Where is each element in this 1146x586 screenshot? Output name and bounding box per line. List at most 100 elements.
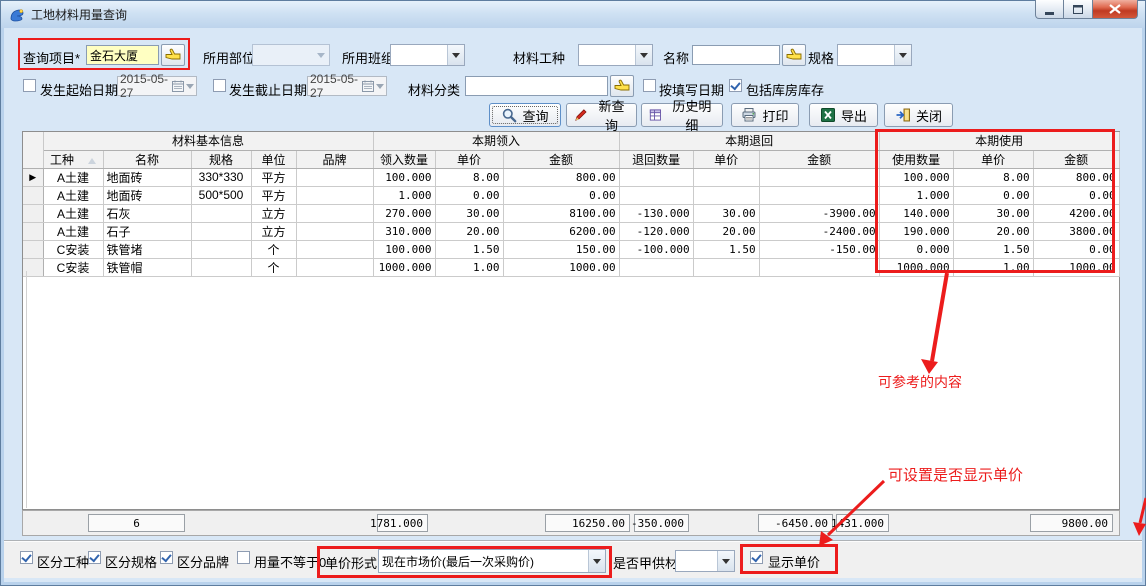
history-detail-button[interactable]: 历史明细 (641, 103, 723, 127)
column-header[interactable]: 规格 (191, 150, 251, 168)
column-header-trade[interactable]: 工种 (43, 150, 103, 168)
grid-cell[interactable]: 地面砖 (103, 186, 191, 204)
print-button[interactable]: 打印 (731, 103, 799, 127)
grid-cell[interactable]: -2400.00 (759, 222, 879, 240)
grid-cell[interactable] (296, 168, 373, 186)
grid-cell[interactable]: 铁管堵 (103, 240, 191, 258)
grid-cell[interactable]: 个 (251, 258, 296, 276)
maximize-button[interactable] (1064, 0, 1093, 19)
project-picker-button[interactable] (161, 44, 185, 66)
column-header[interactable]: 金额 (503, 150, 619, 168)
grid-cell[interactable]: 30.00 (953, 204, 1033, 222)
grid-cell[interactable]: -130.000 (619, 204, 693, 222)
team-select[interactable] (390, 44, 465, 66)
row-selector[interactable] (23, 186, 43, 204)
grid-cell[interactable]: 石子 (103, 222, 191, 240)
name-input[interactable] (692, 45, 780, 65)
grid-cell[interactable]: 8100.00 (503, 204, 619, 222)
grid-cell[interactable]: 3800.00 (1033, 222, 1119, 240)
export-button[interactable]: 导出 (809, 103, 878, 127)
row-selector[interactable] (23, 222, 43, 240)
grid-cell[interactable] (693, 258, 759, 276)
active-row-indicator[interactable]: ▶ (23, 168, 43, 186)
grid-cell[interactable]: 铁管帽 (103, 258, 191, 276)
usage-nonzero-checkbox[interactable] (237, 551, 250, 564)
grid-cell[interactable]: 石灰 (103, 204, 191, 222)
column-header[interactable]: 单位 (251, 150, 296, 168)
grid-cell[interactable] (191, 258, 251, 276)
grid-cell[interactable]: C安装 (43, 240, 103, 258)
grid-cell[interactable]: 800.00 (1033, 168, 1119, 186)
grid-cell[interactable]: 8.00 (435, 168, 503, 186)
include-stock-checkbox[interactable] (729, 79, 742, 92)
grid-cell[interactable] (296, 186, 373, 204)
grid-cell[interactable] (619, 258, 693, 276)
grid-cell[interactable]: 0.00 (503, 186, 619, 204)
grid-cell[interactable]: 150.00 (503, 240, 619, 258)
grid-cell[interactable] (759, 186, 879, 204)
grid-cell[interactable]: 1.50 (435, 240, 503, 258)
grid-cell[interactable]: 330*330 (191, 168, 251, 186)
grid-cell[interactable] (191, 222, 251, 240)
grid-cell[interactable]: 100.000 (373, 168, 435, 186)
grid-cell[interactable] (619, 186, 693, 204)
show-price-checkbox[interactable] (750, 551, 763, 564)
close-form-button[interactable]: 关闭 (884, 103, 953, 127)
grid-cell[interactable]: 100.000 (879, 168, 953, 186)
grid-cell[interactable]: 800.00 (503, 168, 619, 186)
grid-cell[interactable]: 地面砖 (103, 168, 191, 186)
grid-cell[interactable]: 个 (251, 240, 296, 258)
grid-cell[interactable] (759, 258, 879, 276)
grid-cell[interactable]: A土建 (43, 186, 103, 204)
grid-cell[interactable]: 20.00 (953, 222, 1033, 240)
spec-select[interactable] (837, 44, 912, 66)
grid-cell[interactable] (693, 186, 759, 204)
column-header[interactable]: 品牌 (296, 150, 373, 168)
grid-cell[interactable]: 立方 (251, 222, 296, 240)
grid-cell[interactable]: 8.00 (953, 168, 1033, 186)
grid-cell[interactable]: 1000.00 (1033, 258, 1119, 276)
grid-cell[interactable]: -3900.00 (759, 204, 879, 222)
grid-cell[interactable]: 平方 (251, 186, 296, 204)
column-header[interactable]: 退回数量 (619, 150, 693, 168)
grid-cell[interactable]: 立方 (251, 204, 296, 222)
grid-cell[interactable] (759, 168, 879, 186)
grid-cell[interactable]: 140.000 (879, 204, 953, 222)
grid-cell[interactable]: 1.00 (953, 258, 1033, 276)
grid-cell[interactable]: 0.00 (1033, 240, 1119, 258)
grid-cell[interactable]: 0.00 (1033, 186, 1119, 204)
split-spec-checkbox[interactable] (88, 551, 101, 564)
column-header[interactable]: 领入数量 (373, 150, 435, 168)
grid-cell[interactable]: -120.000 (619, 222, 693, 240)
grid-cell[interactable]: -100.000 (619, 240, 693, 258)
grid-cell[interactable]: A土建 (43, 168, 103, 186)
by-fill-date-checkbox[interactable] (643, 79, 656, 92)
price-mode-select[interactable]: 现在市场价(最后一次采购价) (378, 549, 606, 573)
category-picker-button[interactable] (610, 75, 634, 97)
grid-cell[interactable]: 30.00 (693, 204, 759, 222)
column-header[interactable]: 单价 (953, 150, 1033, 168)
grid-cell[interactable] (619, 168, 693, 186)
grid-cell[interactable]: A土建 (43, 222, 103, 240)
grid-cell[interactable]: 1.50 (953, 240, 1033, 258)
owner-supplied-select[interactable] (675, 550, 735, 572)
grid-cell[interactable]: 4200.00 (1033, 204, 1119, 222)
query-button[interactable]: 查询 (489, 103, 561, 127)
minimize-button[interactable] (1035, 0, 1064, 19)
end-date-checkbox[interactable] (213, 79, 226, 92)
grid-cell[interactable] (191, 240, 251, 258)
grid-cell[interactable]: -150.00 (759, 240, 879, 258)
grid-cell[interactable]: 0.000 (879, 240, 953, 258)
column-header[interactable]: 使用数量 (879, 150, 953, 168)
grid-cell[interactable] (296, 258, 373, 276)
grid-cell[interactable]: 平方 (251, 168, 296, 186)
category-input[interactable] (465, 76, 608, 96)
grid-cell[interactable] (296, 204, 373, 222)
grid-cell[interactable]: C安装 (43, 258, 103, 276)
row-selector[interactable] (23, 240, 43, 258)
part-select[interactable] (252, 44, 330, 66)
grid-cell[interactable]: 270.000 (373, 204, 435, 222)
grid-cell[interactable]: 1.000 (373, 186, 435, 204)
grid-cell[interactable]: 1.00 (435, 258, 503, 276)
column-header[interactable]: 金额 (1033, 150, 1119, 168)
